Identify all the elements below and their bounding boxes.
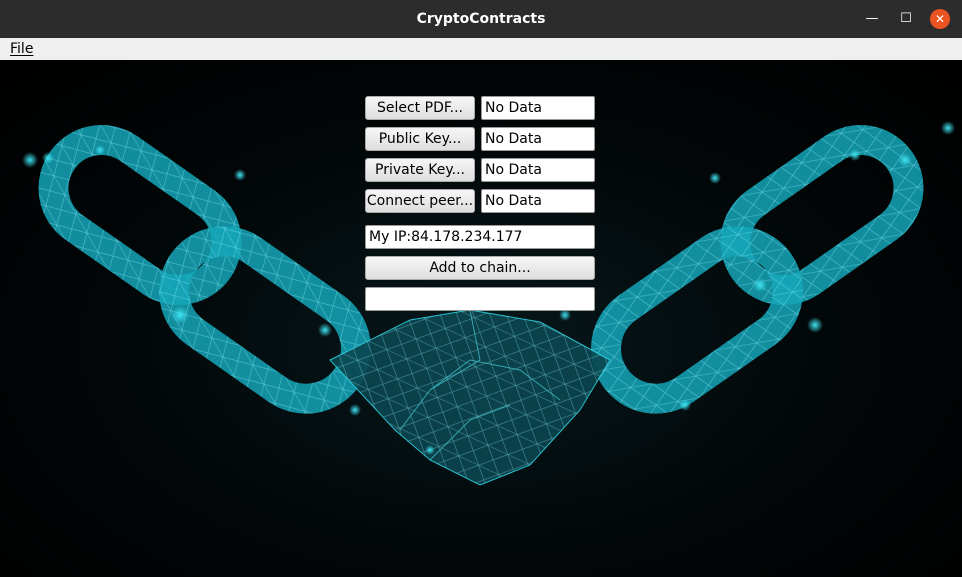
menu-file[interactable]: File xyxy=(10,40,33,58)
app-window: CryptoContracts — ☐ ✕ File Select PDF...… xyxy=(0,0,962,577)
peer-field[interactable]: No Data xyxy=(481,189,595,213)
minimize-icon[interactable]: — xyxy=(862,9,882,29)
title-bar[interactable]: CryptoContracts — ☐ ✕ xyxy=(0,0,962,38)
window-title: CryptoContracts xyxy=(416,11,546,27)
select-pdf-button[interactable]: Select PDF... xyxy=(365,96,475,120)
add-to-chain-button[interactable]: Add to chain... xyxy=(365,256,595,280)
close-icon[interactable]: ✕ xyxy=(930,9,950,29)
public-key-button[interactable]: Public Key... xyxy=(365,127,475,151)
private-key-field[interactable]: No Data xyxy=(481,158,595,182)
status-field[interactable] xyxy=(365,287,595,311)
public-key-field[interactable]: No Data xyxy=(481,127,595,151)
connect-peer-button[interactable]: Connect peer... xyxy=(365,189,475,213)
maximize-icon[interactable]: ☐ xyxy=(896,9,916,29)
private-key-button[interactable]: Private Key... xyxy=(365,158,475,182)
my-ip-field[interactable]: My IP:84.178.234.177 xyxy=(365,225,595,249)
pdf-field[interactable]: No Data xyxy=(481,96,595,120)
menu-bar: File xyxy=(0,38,962,60)
